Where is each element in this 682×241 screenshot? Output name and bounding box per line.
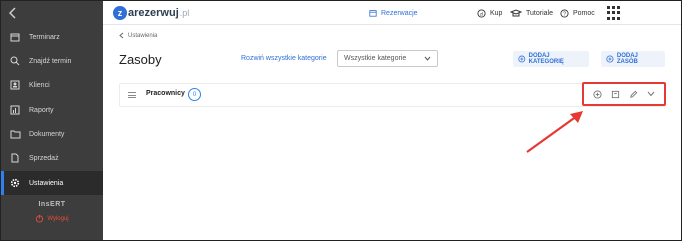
category-select-value: Wszystkie kategorie bbox=[344, 55, 407, 62]
logo-text: arezerwuj bbox=[128, 7, 179, 19]
price-tag-icon: zł bbox=[477, 8, 486, 18]
sales-doc-icon bbox=[11, 153, 19, 163]
plus-circle-icon bbox=[592, 89, 602, 99]
buy-link[interactable]: zł Kup bbox=[477, 1, 502, 25]
add-resource-button[interactable]: DODAJ ZASÓB bbox=[601, 51, 665, 67]
sidebar-item-label: Dokumenty bbox=[29, 130, 65, 138]
help-link[interactable]: ? Pomoc bbox=[560, 1, 595, 25]
tutorials-link[interactable]: Tutoriale bbox=[510, 1, 553, 25]
svg-text:?: ? bbox=[563, 11, 566, 17]
pencil-icon bbox=[629, 90, 637, 98]
insert-brand-logo: InsERT bbox=[38, 201, 66, 208]
chevron-left-icon bbox=[119, 32, 124, 39]
sidebar-item-label: Znajdź termin bbox=[29, 57, 72, 65]
sidebar-item-label: Ustawienia bbox=[29, 179, 64, 187]
topbar: z arezerwuj .pl Rezerwacje zł Kup Tutori… bbox=[103, 1, 681, 25]
report-icon bbox=[10, 105, 20, 115]
sidebar-item-sales[interactable]: Sprzedaż bbox=[1, 146, 103, 170]
category-name: Pracownicy bbox=[146, 90, 185, 97]
main-content: Ustawienia Zasoby Rozwiń wszystkie kateg… bbox=[103, 26, 681, 240]
add-category-button[interactable]: DODAJ KATEGORIĘ bbox=[513, 51, 589, 67]
page-title: Zasoby bbox=[119, 52, 162, 67]
sidebar-item-terminarz[interactable]: Terminarz bbox=[1, 25, 103, 49]
logout-label: Wyloguj bbox=[47, 215, 69, 222]
chevron-left-icon bbox=[9, 7, 16, 19]
help-circle-icon: ? bbox=[560, 8, 569, 17]
archive-icon-button[interactable] bbox=[609, 88, 621, 100]
category-select[interactable]: Wszystkie kategorie bbox=[337, 50, 438, 67]
calendar-icon bbox=[10, 33, 20, 42]
calendar-icon bbox=[369, 10, 377, 17]
logout-button[interactable]: Wyloguj bbox=[1, 214, 103, 223]
logo-z-mark: z bbox=[113, 6, 127, 20]
expand-all-link[interactable]: Rozwiń wszystkie kategorie bbox=[241, 55, 327, 62]
graduation-cap-icon bbox=[510, 8, 522, 16]
drag-handle-icon[interactable] bbox=[128, 92, 136, 98]
archive-box-icon bbox=[611, 90, 619, 98]
sidebar-item-clients[interactable]: Klienci bbox=[1, 73, 103, 97]
collapse-sidebar-button[interactable] bbox=[1, 1, 103, 25]
sidebar-item-settings[interactable]: Ustawienia bbox=[1, 171, 103, 195]
add-resource-icon-button[interactable] bbox=[591, 88, 603, 100]
sidebar-item-reports[interactable]: Raporty bbox=[1, 98, 103, 122]
chevron-down-icon bbox=[647, 91, 655, 97]
gear-icon bbox=[10, 178, 20, 188]
resource-count-badge: 0 bbox=[188, 88, 201, 101]
plus-circle-icon bbox=[606, 55, 614, 63]
power-icon bbox=[36, 214, 44, 223]
zarezerwuj-logo[interactable]: z arezerwuj .pl bbox=[113, 5, 189, 21]
edit-icon-button[interactable] bbox=[627, 88, 639, 100]
breadcrumb-back-link[interactable]: Ustawienia bbox=[119, 32, 157, 39]
client-card-icon bbox=[10, 80, 20, 90]
sidebar: Terminarz Znajdź termin Klienci Raporty … bbox=[1, 1, 103, 240]
apps-grid-icon[interactable] bbox=[607, 6, 621, 20]
sidebar-item-documents[interactable]: Dokumenty bbox=[1, 122, 103, 146]
app-window: Terminarz Znajdź termin Klienci Raporty … bbox=[0, 0, 682, 241]
sidebar-item-find-slot[interactable]: Znajdź termin bbox=[1, 49, 103, 73]
logo-tld: .pl bbox=[179, 8, 190, 18]
folder-icon bbox=[10, 130, 20, 139]
sidebar-item-label: Sprzedaż bbox=[29, 154, 59, 162]
plus-circle-icon bbox=[518, 55, 526, 63]
search-icon bbox=[10, 56, 20, 66]
category-actions-highlight bbox=[582, 82, 666, 106]
reservations-link[interactable]: Rezerwacje bbox=[369, 1, 418, 25]
annotation-arrow-icon bbox=[526, 111, 583, 153]
sidebar-item-label: Klienci bbox=[29, 81, 50, 89]
chevron-down-icon bbox=[424, 56, 431, 61]
svg-text:zł: zł bbox=[480, 11, 483, 16]
sidebar-item-label: Terminarz bbox=[29, 33, 60, 41]
sidebar-item-label: Raporty bbox=[29, 106, 54, 114]
expand-category-button[interactable] bbox=[645, 88, 657, 100]
